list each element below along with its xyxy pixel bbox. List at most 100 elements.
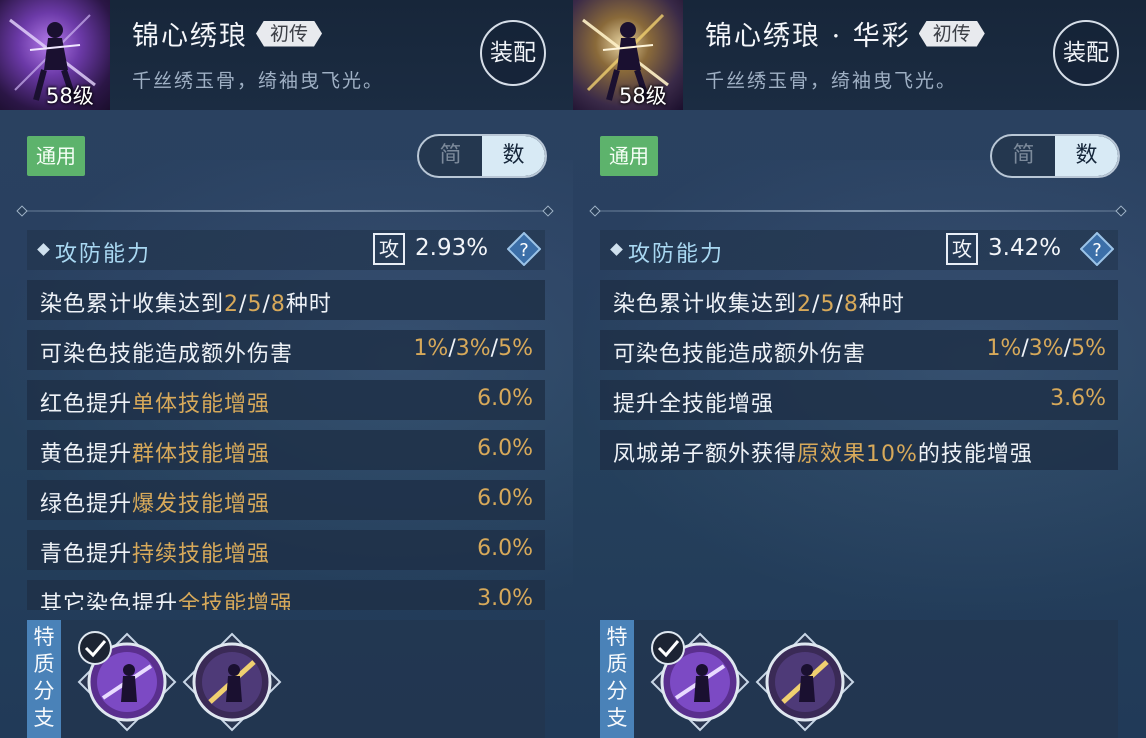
effect-value-part: / (490, 336, 499, 361)
effect-value: 6.0% (477, 386, 533, 411)
effect-row: 可染色技能造成额外伤害 1%/3%/5% (27, 330, 545, 370)
skin-portrait[interactable]: 58级 (573, 0, 683, 110)
effect-label-part: 其它染色提升 (40, 592, 179, 610)
effect-value: 6.0% (477, 436, 533, 461)
stat-header: 攻防能力 攻 3.42% ? (600, 230, 1118, 270)
effect-label: 红色提升单体技能增强 (40, 386, 270, 418)
effect-value-part: / (448, 336, 456, 361)
effect-label-part: 5 (820, 292, 836, 317)
stat-title: 攻防能力 (55, 242, 152, 267)
gold-skill-icon[interactable] (755, 632, 855, 732)
svg-text:?: ? (519, 240, 529, 261)
effect-label: 可染色技能造成额外伤害 (40, 336, 293, 368)
question-icon[interactable]: ? (1080, 232, 1114, 266)
effect-label: 青色提升持续技能增强 (40, 536, 270, 568)
effect-label-part: 可染色技能造成额外伤害 (613, 342, 867, 367)
skin-portrait[interactable]: 58级 (0, 0, 110, 110)
effect-row: 可染色技能造成额外伤害 1%/3%/5% (600, 330, 1118, 370)
attack-value: 2.93% (415, 235, 489, 261)
view-toggle[interactable]: 简 数 (417, 134, 547, 178)
diamond-bullet-icon (37, 243, 50, 256)
effect-label: 绿色提升爆发技能增强 (40, 486, 270, 518)
toggle-numeric[interactable]: 数 (482, 136, 545, 176)
effect-label-part: 5 (247, 292, 263, 317)
trait-branch-bar: 特质分支 (27, 620, 545, 738)
effect-label-part: / (262, 292, 271, 317)
effect-label-part: 染色累计收集达到 (613, 292, 798, 317)
effect-value-part: 6.0% (477, 486, 533, 511)
effect-value-part: 5% (1071, 336, 1106, 361)
toggle-brief[interactable]: 简 (419, 136, 482, 176)
effect-row: 红色提升单体技能增强 6.0% (27, 380, 545, 420)
skin-title: 锦心绣琅 · 华彩 (705, 21, 911, 52)
effect-value: 1%/3%/5% (986, 336, 1106, 361)
level-label: 58级 (619, 84, 667, 108)
effect-label-part: 青色提升 (40, 542, 133, 567)
gold-skill-icon[interactable] (182, 632, 282, 732)
check-icon (78, 631, 112, 665)
attack-label: 攻 (946, 233, 978, 265)
stat-header: 攻防能力 攻 2.93% ? (27, 230, 545, 270)
effect-label-part: 8 (270, 292, 286, 317)
level-label: 58级 (46, 84, 94, 108)
equip-button[interactable]: 装配 (480, 20, 546, 86)
effect-label: 黄色提升群体技能增强 (40, 436, 270, 468)
question-icon[interactable]: ? (507, 232, 541, 266)
effect-label: 其它染色提升全技能增强 (40, 586, 293, 610)
effect-label-part: 可染色技能造成额外伤害 (40, 342, 294, 367)
effect-list: 染色累计收集达到2/5/8种时 可染色技能造成额外伤害 1%/3%/5% 提升全技能增… (600, 280, 1118, 610)
tier-tag: 初传 (919, 21, 985, 47)
trait-label: 特质分支 (600, 620, 634, 738)
effect-label-part: 种时 (858, 292, 905, 317)
effect-value-part: 6.0% (477, 436, 533, 461)
effect-row: 其它染色提升全技能增强 3.0% (27, 580, 545, 610)
stat-title: 攻防能力 (628, 242, 725, 267)
effect-value-part: 3% (455, 336, 491, 361)
effect-row: 黄色提升群体技能增强 6.0% (27, 430, 545, 470)
effect-value: 6.0% (477, 486, 533, 511)
effect-label-part: 原效果10% (797, 442, 918, 467)
effect-value: 6.0% (477, 536, 533, 561)
check-icon (651, 631, 685, 665)
effect-value-part: 6.0% (477, 536, 533, 561)
toggle-brief[interactable]: 简 (992, 136, 1055, 176)
svg-text:?: ? (1092, 240, 1102, 261)
effect-label: 提升全技能增强 (613, 386, 774, 418)
skin-panel-premium: 58级 锦心绣琅 · 华彩 初传 千丝绣玉骨，绮袖曳飞光。 装配 通用 简 数 … (573, 0, 1146, 738)
effect-value: 1%/3%/5% (413, 336, 533, 361)
effect-label-part: 群体技能增强 (132, 442, 271, 467)
effect-label-part: 种时 (285, 292, 332, 317)
tier-tag: 初传 (256, 21, 322, 47)
effect-label-part: 红色提升 (40, 392, 133, 417)
effect-value: 3.0% (477, 586, 533, 610)
effect-list: 染色累计收集达到2/5/8种时 可染色技能造成额外伤害 1%/3%/5% 红色提升单体… (27, 280, 545, 610)
effect-label: 可染色技能造成额外伤害 (613, 336, 866, 368)
effect-row: 凤城弟子额外获得原效果10%的技能增强 (600, 430, 1118, 470)
effect-row: 染色累计收集达到2/5/8种时 (600, 280, 1118, 320)
effect-value-part: 5% (498, 336, 533, 361)
effect-label: 染色累计收集达到2/5/8种时 (613, 286, 905, 318)
attack-value: 3.42% (988, 235, 1062, 261)
trait-branch-bar: 特质分支 (600, 620, 1118, 738)
equip-button[interactable]: 装配 (1053, 20, 1119, 86)
view-toggle[interactable]: 简 数 (990, 134, 1120, 178)
effect-label-part: / (835, 292, 844, 317)
skin-panel-base: 58级 锦心绣琅 初传 千丝绣玉骨，绮袖曳飞光。 装配 通用 简 数 攻防能力 … (0, 0, 573, 738)
effect-label-part: 2 (797, 292, 813, 317)
effect-value-part: / (1021, 336, 1029, 361)
effect-value-part: 3.6% (1050, 386, 1106, 411)
panel-header: 58级 锦心绣琅 · 华彩 初传 千丝绣玉骨，绮袖曳飞光。 装配 (573, 0, 1146, 110)
effect-row: 染色累计收集达到2/5/8种时 (27, 280, 545, 320)
effect-label-part: 黄色提升 (40, 442, 133, 467)
toggle-numeric[interactable]: 数 (1055, 136, 1118, 176)
trait-label: 特质分支 (27, 620, 61, 738)
effect-value-part: 1% (413, 336, 449, 361)
effect-label-part: 单体技能增强 (132, 392, 271, 417)
skin-subtitle: 千丝绣玉骨，绮袖曳飞光。 (132, 70, 385, 92)
effect-label: 凤城弟子额外获得原效果10%的技能增强 (613, 436, 1033, 468)
effect-label-part: 2 (224, 292, 240, 317)
effect-label-part: 全技能增强 (178, 592, 294, 610)
effect-row: 青色提升持续技能增强 6.0% (27, 530, 545, 570)
effect-label-part: 凤城弟子额外获得 (613, 442, 798, 467)
effect-label: 染色累计收集达到2/5/8种时 (40, 286, 332, 318)
